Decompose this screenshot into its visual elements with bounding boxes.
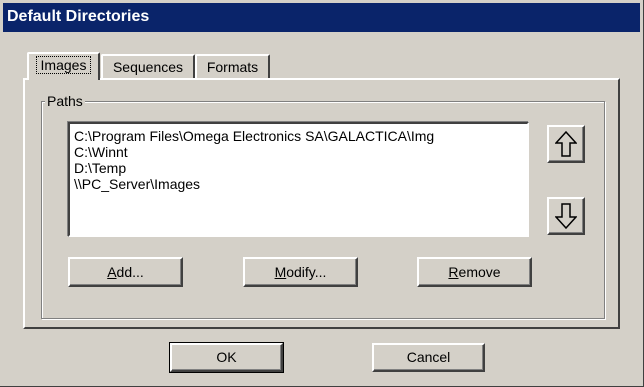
- tab-sequences[interactable]: Sequences: [101, 54, 195, 80]
- remove-mnemonic: R: [448, 264, 459, 280]
- cancel-button[interactable]: Cancel: [372, 343, 485, 372]
- remove-button[interactable]: Remove: [417, 257, 532, 287]
- move-up-button[interactable]: [547, 125, 585, 163]
- modify-button[interactable]: Modify...: [243, 257, 358, 287]
- add-label: dd...: [116, 264, 144, 280]
- arrow-up-outline-icon: [555, 131, 577, 157]
- tab-sequences-label: Sequences: [112, 59, 184, 75]
- tab-formats-label: Formats: [206, 59, 259, 75]
- modify-label: odify...: [286, 264, 327, 280]
- list-item[interactable]: C:\Program Files\Omega Electronics SA\GA…: [70, 128, 527, 144]
- list-item[interactable]: D:\Temp: [70, 160, 527, 176]
- tab-formats[interactable]: Formats: [195, 54, 270, 80]
- default-directories-dialog: Default Directories Images Sequences For…: [0, 0, 644, 387]
- window-title: Default Directories: [7, 8, 150, 25]
- move-down-button[interactable]: [547, 197, 585, 235]
- list-item[interactable]: \\PC_Server\Images: [70, 176, 527, 192]
- tab-images[interactable]: Images: [27, 52, 100, 80]
- remove-label: emove: [458, 264, 501, 280]
- cancel-label: Cancel: [406, 349, 451, 365]
- title-bar[interactable]: Default Directories: [3, 3, 640, 32]
- arrow-down-outline-icon: [555, 203, 577, 229]
- ok-button[interactable]: OK: [169, 342, 284, 373]
- add-mnemonic: A: [107, 264, 117, 280]
- ok-label: OK: [216, 349, 237, 365]
- modify-mnemonic: M: [274, 264, 287, 280]
- tab-images-label: Images: [35, 56, 92, 74]
- paths-listbox[interactable]: C:\Program Files\Omega Electronics SA\GA…: [68, 122, 529, 237]
- list-item[interactable]: C:\Winnt: [70, 144, 527, 160]
- add-button[interactable]: Add...: [68, 257, 183, 287]
- paths-group-label: Paths: [45, 93, 85, 109]
